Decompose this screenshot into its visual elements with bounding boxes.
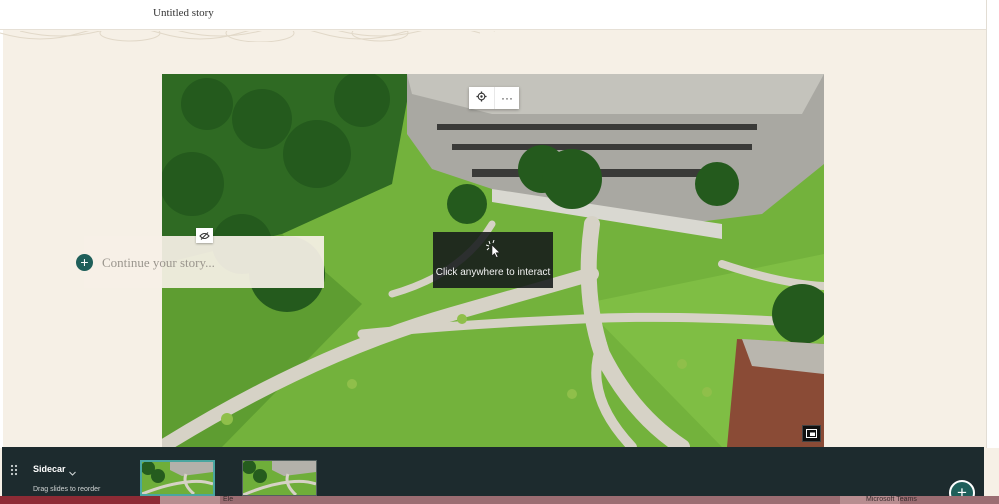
gear-icon [476, 91, 487, 105]
sidecar-label: Sidecar [33, 464, 66, 474]
os-taskbar: Ele Microsoft Teams [0, 496, 999, 504]
sidecar-hint: Drag slides to reorder [33, 486, 101, 493]
expand-icon [806, 425, 817, 443]
hide-panel-icon [199, 227, 210, 245]
more-options-button[interactable]: ··· [494, 87, 519, 109]
left-edge-strip [0, 30, 3, 448]
story-header: Untitled story [0, 0, 986, 30]
hide-panel-button[interactable] [196, 228, 213, 243]
interact-overlay-text: Click anywhere to interact [435, 267, 551, 278]
sidecar-bar: Sidecar Drag slides to reorder [2, 447, 984, 496]
chevron-down-icon[interactable] [68, 465, 77, 476]
block-toolbar: ··· [469, 87, 519, 109]
continue-story-placeholder[interactable]: Continue your story... [102, 255, 215, 271]
expand-media-button[interactable] [802, 425, 821, 442]
drag-handle-icon[interactable] [10, 463, 18, 476]
cursor-click-icon [485, 239, 502, 258]
story-title[interactable]: Untitled story [153, 7, 214, 19]
decorative-pattern [0, 30, 500, 42]
interact-overlay[interactable]: Click anywhere to interact [433, 232, 553, 288]
right-edge-strip [986, 0, 999, 448]
slide-thumbnail-2[interactable] [242, 460, 317, 496]
settings-button[interactable] [469, 87, 494, 109]
taskbar-app-item[interactable]: Ele [223, 496, 233, 504]
taskbar-teams-item[interactable]: Microsoft Teams [866, 496, 917, 504]
slide-thumbnail-1[interactable] [140, 460, 215, 496]
add-content-button[interactable]: + [76, 254, 93, 271]
